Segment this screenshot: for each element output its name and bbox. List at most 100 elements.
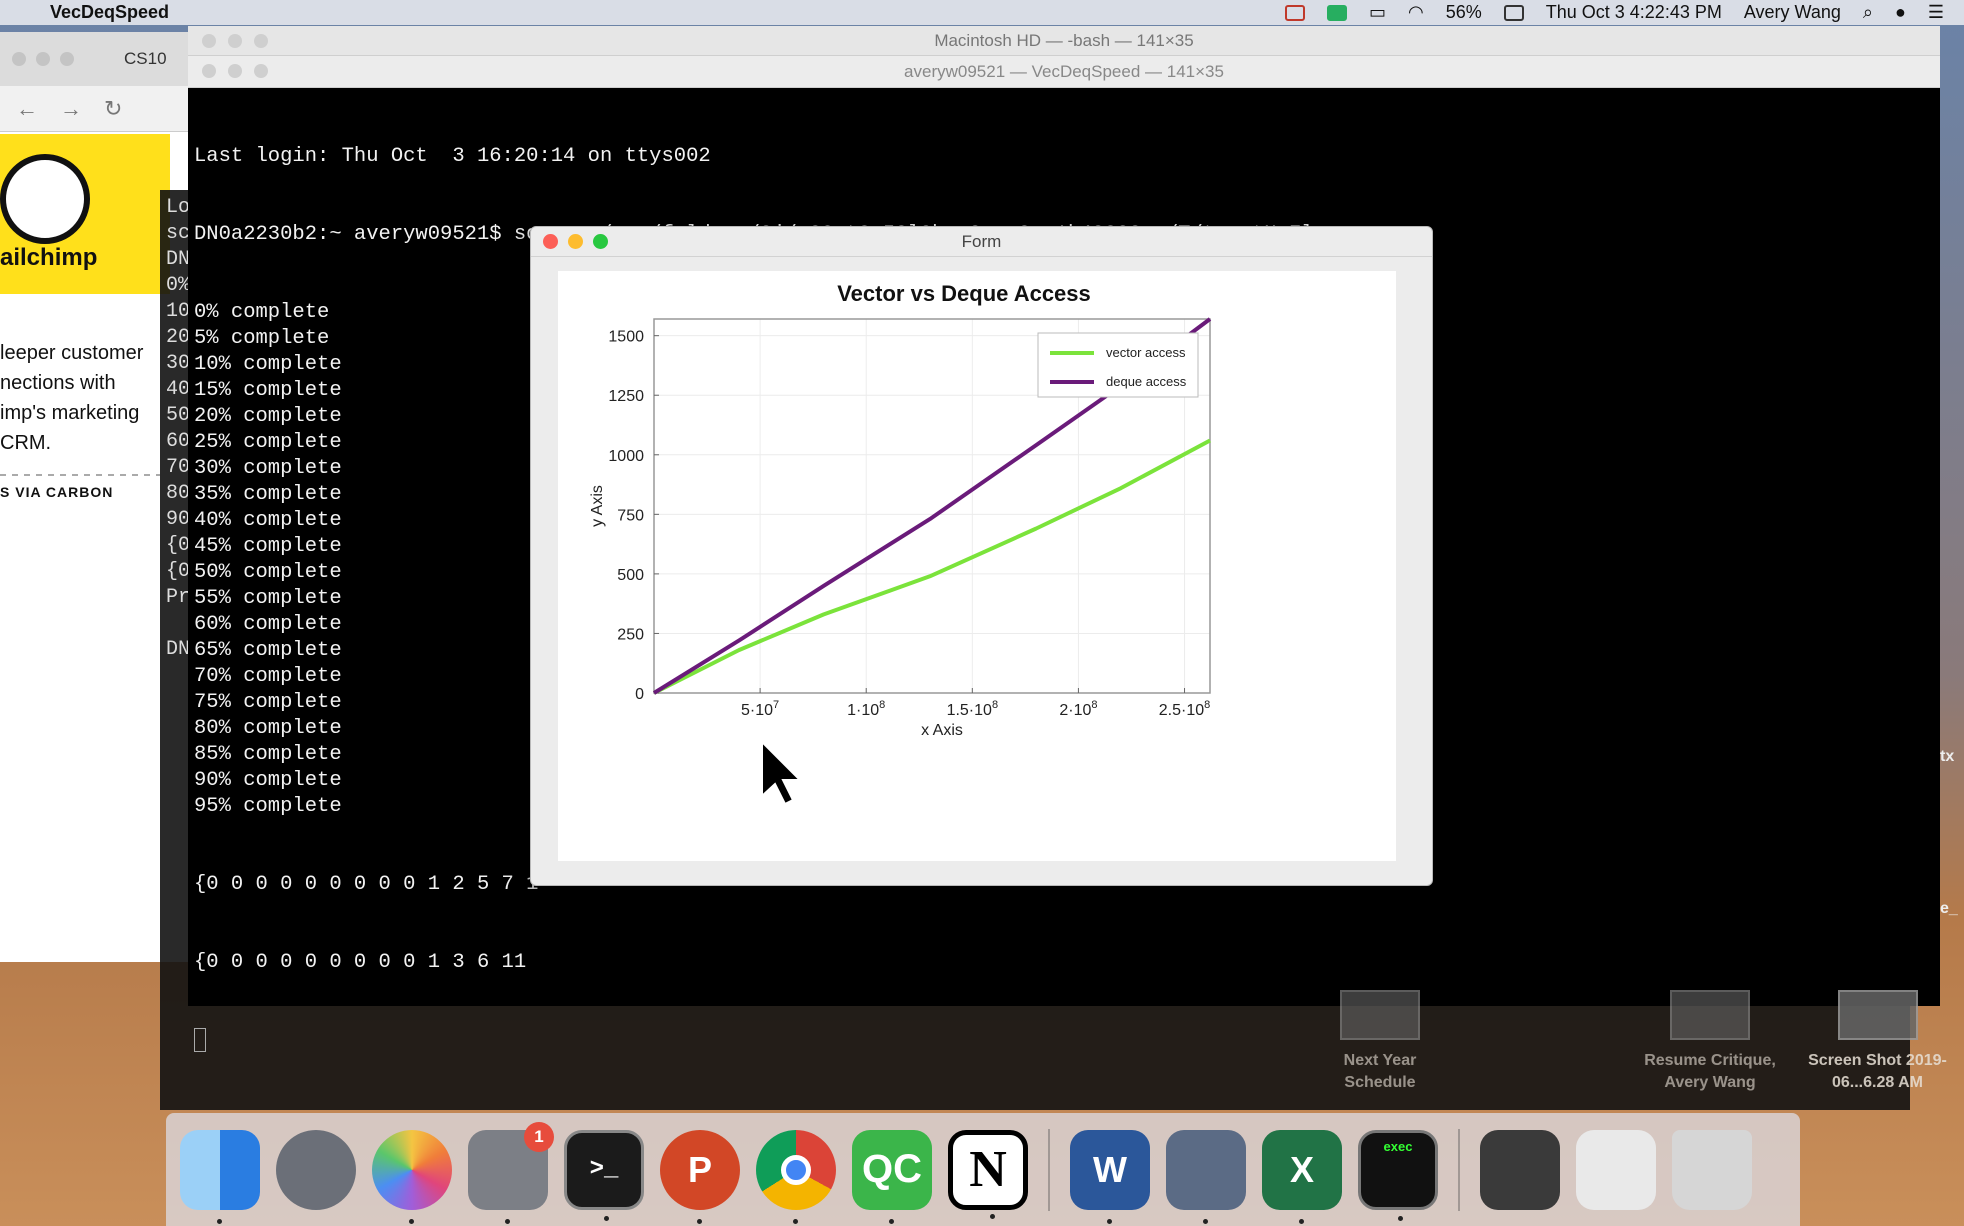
background-terminal-line: {0 bbox=[166, 534, 191, 557]
close-button[interactable] bbox=[202, 64, 216, 78]
zoom-button[interactable] bbox=[254, 64, 268, 78]
close-button[interactable] bbox=[202, 34, 216, 48]
chrome-icon[interactable] bbox=[756, 1129, 836, 1224]
zoom-dot[interactable] bbox=[60, 52, 74, 66]
y-tick-label: 750 bbox=[617, 507, 644, 524]
side-text: e_ bbox=[1940, 900, 1958, 917]
close-dot[interactable] bbox=[12, 52, 26, 66]
chart-svg: Vector vs Deque Access 5·107 1·108 1.5·108 2… bbox=[589, 281, 1212, 739]
running-indicator bbox=[1398, 1215, 1403, 1221]
qc-icon[interactable]: QC bbox=[852, 1129, 932, 1224]
running-indicator bbox=[1299, 1218, 1304, 1224]
background-terminal-line: 50 bbox=[166, 404, 191, 427]
divider bbox=[0, 474, 160, 476]
y-tick-label: 250 bbox=[617, 626, 644, 643]
clock[interactable]: Thu Oct 3 4:22:43 PM bbox=[1546, 2, 1722, 23]
scanner-icon[interactable] bbox=[1480, 1129, 1560, 1210]
background-terminal-line: sc bbox=[166, 222, 191, 245]
desktop-file-label: Screen Shot 2019-06...6.28 AM bbox=[1808, 1052, 1947, 1091]
battery-percent[interactable]: 56% bbox=[1446, 2, 1482, 23]
y-tick-label: 1000 bbox=[608, 448, 644, 465]
notion-icon[interactable]: N bbox=[948, 1129, 1028, 1219]
dock-separator bbox=[1048, 1128, 1050, 1211]
terminal-back-titlebar[interactable]: Macintosh HD — -bash — 141×35 bbox=[188, 26, 1940, 56]
background-terminal-line: 10 bbox=[166, 300, 191, 323]
zoom-button[interactable] bbox=[254, 34, 268, 48]
form-title: Form bbox=[961, 231, 1002, 251]
desktop-file-label: Next Year Schedule bbox=[1343, 1052, 1417, 1091]
zoom-button[interactable] bbox=[593, 234, 608, 249]
running-indicator bbox=[889, 1218, 894, 1224]
launchpad-icon[interactable] bbox=[276, 1129, 356, 1210]
siri-icon[interactable]: ● bbox=[1895, 2, 1906, 23]
x-tick-label: 2.5·108 bbox=[1159, 699, 1211, 719]
y-tick-label: 1500 bbox=[608, 329, 644, 346]
reload-icon[interactable]: ↻ bbox=[104, 96, 122, 122]
notification-center-icon[interactable]: ☰ bbox=[1928, 2, 1944, 23]
y-tick-label: 1250 bbox=[608, 388, 644, 405]
terminal-titlebar[interactable]: averyw09521 — VecDeqSpeed — 141×35 bbox=[188, 56, 1940, 88]
dock-separator bbox=[1458, 1128, 1460, 1211]
system-preferences-icon[interactable]: 1 bbox=[468, 1121, 554, 1224]
desktop-file[interactable]: Next Year Schedule bbox=[1320, 990, 1440, 1094]
running-indicator bbox=[409, 1218, 414, 1224]
airplay-icon[interactable]: ▭ bbox=[1369, 2, 1386, 23]
app-name[interactable]: VecDeqSpeed bbox=[50, 2, 169, 23]
finder-icon[interactable] bbox=[180, 1129, 260, 1224]
running-indicator bbox=[1107, 1218, 1112, 1224]
menu-bar: VecDeqSpeed ▭ ◠ 56% Thu Oct 3 4:22:43 PM… bbox=[0, 0, 1964, 25]
chrome-center bbox=[781, 1154, 811, 1185]
x-tick-label: 2·108 bbox=[1059, 699, 1097, 719]
minimize-dot[interactable] bbox=[36, 52, 50, 66]
mailchimp-brand: ailchimp bbox=[0, 244, 98, 271]
exec-icon-label: exec bbox=[1383, 1138, 1413, 1154]
y-tick-label: 0 bbox=[635, 686, 644, 703]
terminal-icon[interactable]: >_ bbox=[564, 1129, 644, 1221]
running-indicator bbox=[793, 1218, 798, 1224]
desktop-file[interactable]: Screen Shot 2019-06...6.28 AM bbox=[1795, 990, 1960, 1094]
desktop-file-label: Resume Critique, Avery Wang bbox=[1644, 1052, 1776, 1091]
document-icon[interactable] bbox=[1576, 1129, 1656, 1210]
terminal-back-title: Macintosh HD — -bash — 141×35 bbox=[934, 30, 1194, 50]
chart: Vector vs Deque Access 5·107 1·108 1.5·108 2… bbox=[558, 271, 1396, 861]
running-indicator bbox=[1203, 1218, 1208, 1224]
photos-icon[interactable] bbox=[372, 1129, 452, 1224]
carbon-label[interactable]: S VIA CARBON bbox=[0, 484, 113, 500]
user-name[interactable]: Avery Wang bbox=[1744, 2, 1841, 23]
y-tick-label: 500 bbox=[617, 567, 644, 584]
y-axis-label: y Axis bbox=[589, 485, 606, 527]
imovie-icon[interactable] bbox=[1166, 1129, 1246, 1224]
exec-icon[interactable]: exec bbox=[1358, 1129, 1438, 1221]
excel-icon[interactable]: X bbox=[1262, 1129, 1342, 1224]
word-icon[interactable]: W bbox=[1070, 1129, 1150, 1224]
back-icon[interactable]: ← bbox=[16, 96, 38, 122]
wifi-icon[interactable]: ◠ bbox=[1408, 2, 1424, 23]
terminal-cursor bbox=[194, 1028, 206, 1052]
mailchimp-banner[interactable]: ailchimp bbox=[0, 134, 170, 294]
form-window[interactable]: Form Vector vs Deque Access 5·107 1·108 1.5… bbox=[530, 226, 1433, 886]
form-titlebar[interactable]: Form bbox=[531, 227, 1432, 257]
legend-label: deque access bbox=[1106, 374, 1187, 389]
minimize-button[interactable] bbox=[228, 64, 242, 78]
qc-icon-label: QC bbox=[862, 1147, 922, 1191]
forward-icon[interactable]: → bbox=[60, 96, 82, 122]
dock: 1 >_ P QC N W X exec bbox=[166, 1113, 1800, 1226]
trash-icon[interactable] bbox=[1672, 1129, 1752, 1210]
notion-icon-label: N bbox=[969, 1141, 1007, 1198]
battery-icon[interactable] bbox=[1503, 4, 1524, 21]
powerpoint-icon[interactable]: P bbox=[660, 1129, 740, 1224]
minimize-button[interactable] bbox=[228, 34, 242, 48]
background-terminal-line: Lo bbox=[166, 196, 191, 219]
desktop-file[interactable]: Resume Critique, Avery Wang bbox=[1630, 990, 1790, 1094]
background-terminal-line bbox=[166, 611, 190, 637]
calendar-icon[interactable] bbox=[1284, 4, 1305, 21]
x-tick-label: 1·108 bbox=[847, 699, 885, 719]
x-tick-label: 5·107 bbox=[741, 699, 779, 719]
browser-tab[interactable]: CS10 bbox=[124, 49, 167, 69]
close-button[interactable] bbox=[543, 234, 558, 249]
minimize-button[interactable] bbox=[568, 234, 583, 249]
app-status-icon[interactable] bbox=[1326, 4, 1347, 21]
search-icon[interactable]: ⌕ bbox=[1863, 2, 1873, 23]
background-terminal-line: DN bbox=[166, 248, 191, 271]
running-indicator bbox=[697, 1218, 702, 1224]
